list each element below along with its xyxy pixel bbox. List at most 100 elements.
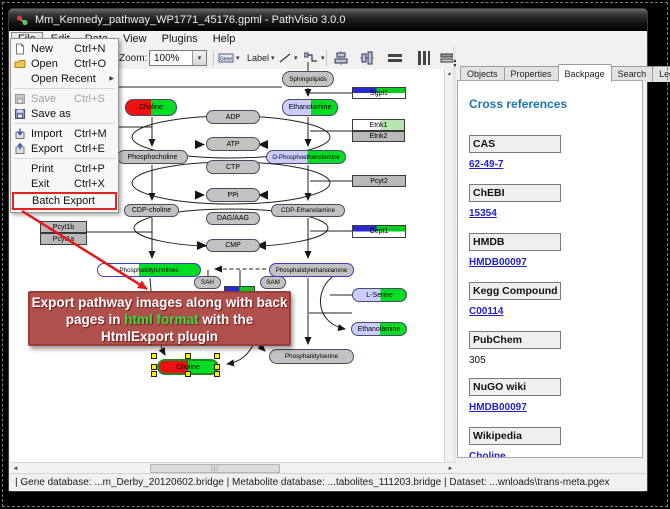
blank-icon — [14, 163, 31, 175]
node-sam[interactable]: SAM — [260, 276, 286, 289]
chevron-down-icon[interactable]: ▾ — [294, 54, 298, 62]
blank-icon — [14, 73, 31, 85]
node-ethanolamine-top[interactable]: Ethanolamine — [282, 99, 338, 116]
node-phosphatidylserine[interactable]: Phosphatidylserine — [269, 349, 354, 364]
node-phosphatidylethanolamine[interactable]: Phosphatidylethanolamine — [269, 263, 354, 277]
align-center-vertical-button[interactable] — [358, 50, 375, 66]
selection-handle[interactable] — [151, 353, 157, 359]
zoom-combobox[interactable]: 100% ▾ — [149, 50, 207, 66]
xref-link-chebi[interactable]: 15354 — [469, 208, 497, 219]
file-menu-batch-export[interactable]: Batch Export — [12, 192, 117, 210]
xref-header-cas: CAS — [469, 135, 561, 153]
node-phosphocholine[interactable]: Phosphocholine — [117, 150, 188, 164]
node-etnk2[interactable]: Etnk2 — [352, 131, 405, 142]
distribute-horizontal-icon — [388, 51, 402, 65]
scroll-up-icon[interactable]: ▲ — [446, 71, 453, 77]
selection-handle[interactable] — [214, 364, 220, 370]
node-dag-aag[interactable]: DAG/AAG — [206, 212, 260, 225]
align-center-horizontal-button[interactable] — [332, 50, 349, 66]
xref-link-cas[interactable]: 62-49-7 — [469, 159, 503, 170]
xref-link-nugo[interactable]: HMDB00097 — [469, 402, 527, 413]
node-cdp-ethanolamine[interactable]: CDP-Ethanolamine — [271, 204, 345, 217]
file-menu-save[interactable]: Save Ctrl+S — [11, 91, 118, 106]
node-atp[interactable]: ATP — [206, 137, 260, 151]
file-menu-import-label: Import — [31, 128, 74, 140]
file-menu-open-recent[interactable]: Open Recent ▶ — [11, 71, 118, 86]
file-menu-export-shortcut: Ctrl+E — [74, 143, 114, 155]
chevron-down-icon[interactable]: ▾ — [236, 54, 240, 62]
distribute-vertical-button[interactable] — [414, 50, 431, 66]
distribute-horizontal-button[interactable] — [386, 50, 403, 66]
file-menu-exit[interactable]: Exit Ctrl+X — [11, 176, 118, 191]
file-menu-new[interactable]: New Ctrl+N — [11, 41, 118, 56]
scrollbar-thumb[interactable]: ||| — [150, 464, 280, 473]
node-l-serine[interactable]: L-Serine — [352, 288, 407, 302]
node-sah[interactable]: SAH — [194, 276, 221, 289]
chevron-down-icon[interactable]: ▾ — [192, 51, 206, 65]
file-menu-save-shortcut: Ctrl+S — [74, 93, 114, 105]
node-sphingolipids[interactable]: Sphingolipids — [282, 71, 334, 87]
selection-handle[interactable] — [151, 371, 157, 377]
menu-separator — [14, 88, 115, 89]
node-etnk1[interactable]: Etnk1 — [352, 119, 405, 131]
file-menu-print-label: Print — [31, 163, 74, 175]
callout-highlight: html format — [124, 312, 198, 327]
xref-link-wikipedia[interactable]: Choline — [469, 451, 506, 458]
selection-handle[interactable] — [185, 371, 191, 377]
file-menu-new-label: New — [31, 43, 74, 55]
node-sgpl1[interactable]: Sgpl1 — [352, 87, 406, 99]
node-ppi[interactable]: PPi — [206, 188, 260, 202]
screenshot-frame: Mm_Kennedy_pathway_WP1771_45176.gpml - P… — [0, 0, 670, 509]
node-pcyt1a[interactable]: Pcyt1a — [40, 233, 87, 245]
node-cdp-choline[interactable]: CDP-choline — [124, 204, 179, 217]
label-tool-button[interactable]: Label ▾ — [247, 49, 275, 67]
import-icon — [14, 128, 31, 140]
node-cept1[interactable]: Cept1 — [352, 225, 406, 238]
file-menu-open-shortcut: Ctrl+O — [74, 58, 114, 70]
file-menu-export[interactable]: Export Ctrl+E — [11, 141, 118, 156]
file-menu-import[interactable]: Import Ctrl+M — [11, 126, 118, 141]
title-bar[interactable]: Mm_Kennedy_pathway_WP1771_45176.gpml - P… — [9, 9, 647, 31]
xref-header-wikipedia: Wikipedia — [469, 427, 561, 445]
menu-separator — [14, 123, 115, 124]
chevron-down-icon[interactable]: ▾ — [321, 54, 325, 62]
backpage-panel: Cross references CAS 62-49-7 ChEBI 15354… — [457, 80, 643, 458]
selection-handle[interactable] — [151, 364, 157, 370]
xref-header-nugo: NuGO wiki — [469, 378, 561, 396]
file-menu-print[interactable]: Print Ctrl+P — [11, 161, 118, 176]
menu-plugins[interactable]: Plugins — [155, 32, 205, 46]
tab-legend[interactable]: Legend — [652, 66, 670, 82]
menu-help[interactable]: Help — [206, 32, 243, 46]
app-icon — [16, 14, 29, 27]
line-tool-button[interactable]: ▾ — [278, 49, 298, 67]
chevron-down-icon[interactable]: ▾ — [271, 54, 275, 62]
zoom-value: 100% — [150, 53, 192, 64]
selection-handle[interactable] — [214, 371, 220, 377]
node-pcyt2[interactable]: Pcyt2 — [352, 175, 406, 187]
callout-line1: Export pathway images along with back — [32, 295, 288, 310]
gene-datanode-button[interactable]: Gene ▾ — [218, 49, 240, 67]
file-menu-export-label: Export — [31, 143, 74, 155]
line-icon — [278, 52, 292, 64]
tab-backpage[interactable]: Backpage — [558, 64, 612, 82]
node-ctp[interactable]: CTP — [206, 160, 260, 174]
gene-datanode-icon: Gene — [218, 52, 234, 64]
selection-handle[interactable] — [185, 353, 191, 359]
selection-handle[interactable] — [214, 353, 220, 359]
xref-link-kegg[interactable]: C00114 — [469, 306, 503, 317]
node-o-phosphoethanolamine[interactable]: O-Phosphoethanolamine — [266, 150, 346, 164]
node-pcyt1b[interactable]: Pcyt1b — [40, 221, 87, 233]
node-cmp[interactable]: CMP — [206, 239, 260, 252]
node-choline-top[interactable]: Choline — [125, 99, 177, 116]
node-ethanolamine-lower[interactable]: Ethanolamine — [351, 322, 407, 336]
connector-tool-button[interactable]: ▾ — [304, 49, 325, 67]
node-adp[interactable]: ADP — [206, 110, 260, 124]
node-phosphatidylcholines[interactable]: Phosphatidylcholines — [97, 263, 201, 277]
cross-references-heading: Cross references — [469, 97, 642, 111]
align-center-vertical-icon — [360, 51, 374, 65]
xref-link-hmdb[interactable]: HMDB00097 — [469, 257, 527, 268]
file-menu-save-as[interactable]: Save as — [11, 106, 118, 121]
menu-view[interactable]: View — [116, 32, 154, 46]
status-text: | Gene database: ...m_Derby_20120602.bri… — [15, 477, 609, 488]
file-menu-open[interactable]: Open Ctrl+O — [11, 56, 118, 71]
